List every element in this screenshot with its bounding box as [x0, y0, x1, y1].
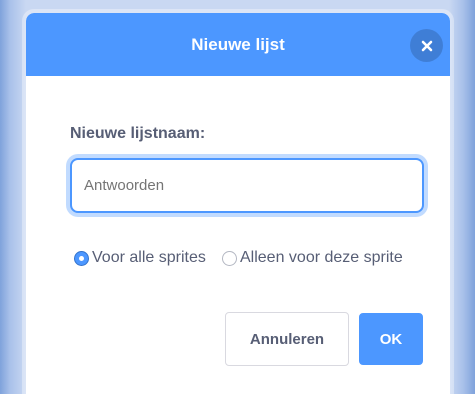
new-list-dialog: Nieuwe lijst Nieuwe lijstnaam: Voor alle… — [26, 13, 450, 394]
dialog-title: Nieuwe lijst — [191, 35, 285, 54]
scope-option-label: Voor alle sprites — [92, 249, 206, 266]
dialog-header: Nieuwe lijst — [26, 13, 450, 76]
scope-option-all-sprites[interactable]: Voor alle sprites — [74, 249, 209, 269]
close-icon — [421, 40, 432, 51]
list-name-input[interactable] — [70, 158, 424, 213]
ok-button[interactable]: OK — [359, 313, 423, 365]
radio-checked-icon[interactable] — [74, 251, 89, 266]
close-button[interactable] — [410, 29, 443, 62]
list-name-label: Nieuwe lijstnaam: — [70, 125, 206, 142]
cancel-button[interactable]: Annuleren — [225, 312, 349, 366]
scope-option-label: Alleen voor deze sprite — [240, 249, 403, 266]
scope-option-this-sprite[interactable]: Alleen voor deze sprite — [222, 249, 432, 269]
radio-unchecked-icon[interactable] — [222, 251, 237, 266]
